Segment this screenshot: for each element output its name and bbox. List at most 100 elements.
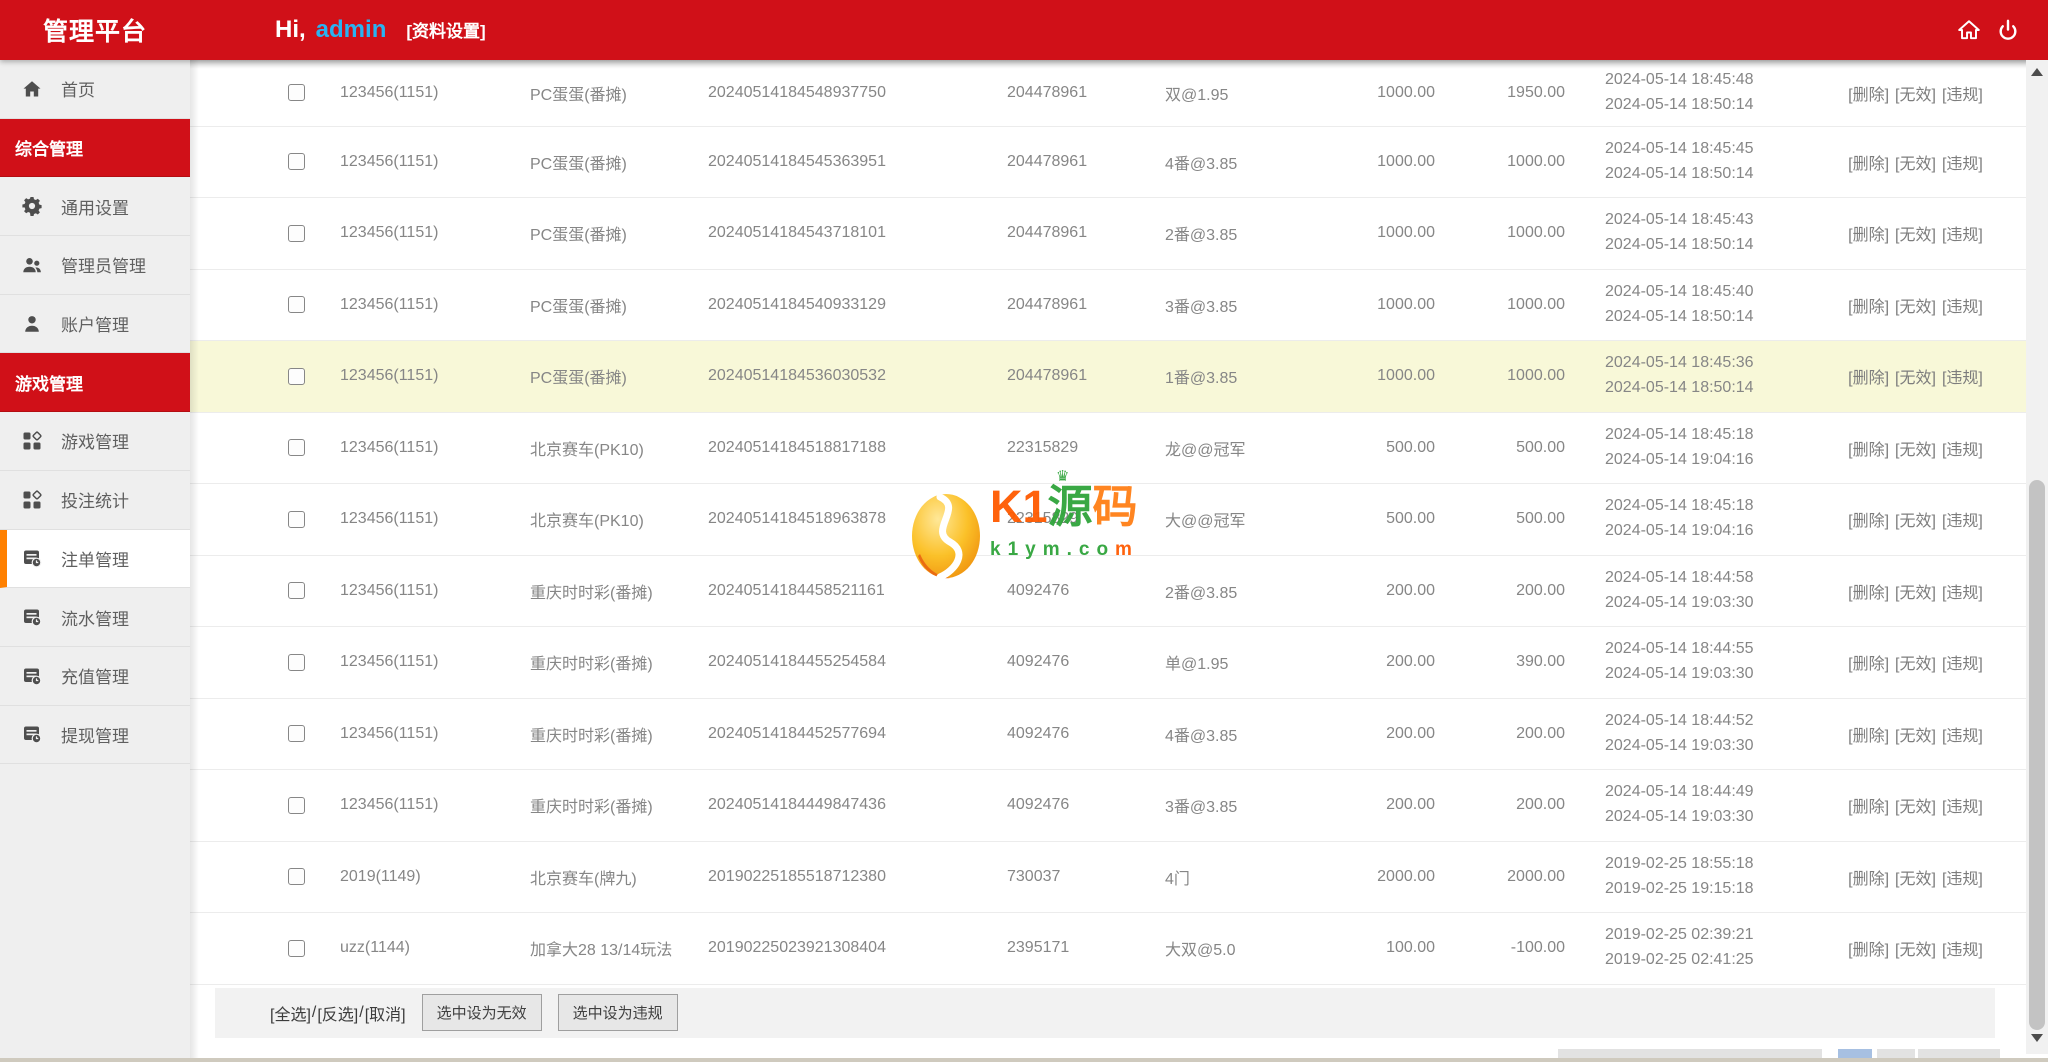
- sidebar-item-order-management[interactable]: 注单管理: [0, 530, 190, 589]
- row-checkbox[interactable]: [288, 797, 305, 814]
- violation-link[interactable]: [违规]: [1942, 370, 1983, 387]
- scrollbar-thumb[interactable]: [2029, 480, 2045, 1030]
- power-icon[interactable]: [1996, 18, 2020, 42]
- delete-link[interactable]: [删除]: [1848, 442, 1889, 459]
- sidebar-item-deposit-management[interactable]: 充值管理: [0, 647, 190, 706]
- cell-bet-content: 4番@3.85: [1165, 126, 1295, 198]
- cell-period-number: 4092476: [1003, 698, 1165, 770]
- delete-link[interactable]: [删除]: [1848, 871, 1889, 888]
- invalid-link[interactable]: [无效]: [1895, 442, 1936, 459]
- row-checkbox[interactable]: [288, 296, 305, 313]
- row-checkbox[interactable]: [288, 153, 305, 170]
- violation-link[interactable]: [违规]: [1942, 513, 1983, 530]
- settle-time: 2024-05-14 19:03:30: [1605, 805, 1845, 830]
- cell-select: [190, 484, 340, 556]
- invalid-link[interactable]: [无效]: [1895, 656, 1936, 673]
- row-checkbox[interactable]: [288, 84, 305, 101]
- sidebar-item-bet-stats[interactable]: 投注统计: [0, 471, 190, 530]
- invalid-link[interactable]: [无效]: [1895, 585, 1936, 602]
- set-violation-button[interactable]: 选中设为违规: [558, 994, 678, 1031]
- invalid-link[interactable]: [无效]: [1895, 871, 1936, 888]
- settle-time: 2024-05-14 19:03:30: [1605, 734, 1845, 759]
- violation-link[interactable]: [违规]: [1942, 728, 1983, 745]
- violation-link[interactable]: [违规]: [1942, 227, 1983, 244]
- cell-order-number: 20240514184449847436: [708, 770, 1003, 842]
- violation-link[interactable]: [违规]: [1942, 585, 1983, 602]
- bet-time: 2019-02-25 18:55:18: [1605, 852, 1845, 877]
- cell-times: 2024-05-14 18:45:182024-05-14 19:04:16: [1565, 412, 1845, 484]
- row-checkbox[interactable]: [288, 868, 305, 885]
- scroll-down-button[interactable]: [2026, 1028, 2048, 1048]
- row-checkbox[interactable]: [288, 654, 305, 671]
- violation-link[interactable]: [违规]: [1942, 299, 1983, 316]
- delete-link[interactable]: [删除]: [1848, 656, 1889, 673]
- row-checkbox[interactable]: [288, 368, 305, 385]
- row-checkbox[interactable]: [288, 582, 305, 599]
- delete-link[interactable]: [删除]: [1848, 942, 1889, 959]
- table-row: uzz(1144)加拿大28 13/14玩法201902250239213084…: [190, 913, 2026, 985]
- cell-user: 123456(1151): [340, 698, 530, 770]
- sidebar-item-general-settings[interactable]: 通用设置: [0, 177, 190, 236]
- sidebar-item-game-management[interactable]: 游戏管理: [0, 412, 190, 471]
- cell-period-number: 204478961: [1003, 198, 1165, 270]
- row-checkbox[interactable]: [288, 940, 305, 957]
- greeting-username: admin: [316, 16, 387, 44]
- violation-link[interactable]: [违规]: [1942, 656, 1983, 673]
- delete-link[interactable]: [删除]: [1848, 87, 1889, 104]
- cell-game: 北京赛车(PK10): [530, 412, 708, 484]
- invalid-link[interactable]: [无效]: [1895, 156, 1936, 173]
- row-checkbox[interactable]: [288, 225, 305, 242]
- violation-link[interactable]: [违规]: [1942, 871, 1983, 888]
- top-header: 管理平台 Hi, admin [资料设置]: [0, 0, 2048, 60]
- row-checkbox[interactable]: [288, 725, 305, 742]
- bet-time: 2024-05-14 18:45:40: [1605, 280, 1845, 305]
- sidebar-item-flow-management[interactable]: 流水管理: [0, 588, 190, 647]
- invalid-link[interactable]: [无效]: [1895, 799, 1936, 816]
- invert-selection-link[interactable]: [反选]: [317, 1001, 358, 1025]
- cancel-selection-link[interactable]: [取消]: [365, 1001, 406, 1025]
- invalid-link[interactable]: [无效]: [1895, 227, 1936, 244]
- cell-bet-amount: 1000.00: [1295, 60, 1435, 126]
- violation-link[interactable]: [违规]: [1942, 942, 1983, 959]
- invalid-link[interactable]: [无效]: [1895, 728, 1936, 745]
- sidebar-section-general-section: 综合管理: [0, 119, 190, 178]
- row-checkbox[interactable]: [288, 439, 305, 456]
- home-icon[interactable]: [1957, 18, 1981, 42]
- bet-time: 2024-05-14 18:45:48: [1605, 68, 1845, 93]
- violation-link[interactable]: [违规]: [1942, 799, 1983, 816]
- violation-link[interactable]: [违规]: [1942, 156, 1983, 173]
- delete-link[interactable]: [删除]: [1848, 513, 1889, 530]
- delete-link[interactable]: [删除]: [1848, 370, 1889, 387]
- select-all-link[interactable]: [全选]: [270, 1001, 311, 1025]
- cell-times: 2024-05-14 18:45:362024-05-14 18:50:14: [1565, 341, 1845, 413]
- delete-link[interactable]: [删除]: [1848, 799, 1889, 816]
- admins-icon: [22, 255, 42, 275]
- row-checkbox[interactable]: [288, 511, 305, 528]
- sidebar-item-admin-management[interactable]: 管理员管理: [0, 236, 190, 295]
- violation-link[interactable]: [违规]: [1942, 87, 1983, 104]
- cell-order-number: 20240514184540933129: [708, 269, 1003, 341]
- delete-link[interactable]: [删除]: [1848, 728, 1889, 745]
- invalid-link[interactable]: [无效]: [1895, 299, 1936, 316]
- delete-link[interactable]: [删除]: [1848, 585, 1889, 602]
- cell-times: 2024-05-14 18:45:402024-05-14 18:50:14: [1565, 269, 1845, 341]
- scroll-up-button[interactable]: [2026, 62, 2048, 82]
- invalid-link[interactable]: [无效]: [1895, 87, 1936, 104]
- delete-link[interactable]: [删除]: [1848, 299, 1889, 316]
- invalid-link[interactable]: [无效]: [1895, 942, 1936, 959]
- sidebar-item-withdraw-management[interactable]: 提现管理: [0, 706, 190, 765]
- set-invalid-button[interactable]: 选中设为无效: [422, 994, 542, 1031]
- home-icon: [22, 79, 42, 99]
- profile-settings-link[interactable]: [资料设置]: [406, 17, 485, 42]
- invalid-link[interactable]: [无效]: [1895, 513, 1936, 530]
- violation-link[interactable]: [违规]: [1942, 442, 1983, 459]
- delete-link[interactable]: [删除]: [1848, 227, 1889, 244]
- cell-period-number: 204478961: [1003, 60, 1165, 126]
- scrollbar[interactable]: [2026, 60, 2048, 1054]
- table-row: 123456(1151)PC蛋蛋(番摊)20240514184536030532…: [190, 341, 2026, 413]
- invalid-link[interactable]: [无效]: [1895, 370, 1936, 387]
- sidebar-item-account-management[interactable]: 账户管理: [0, 295, 190, 354]
- table-row: 123456(1151)PC蛋蛋(番摊)20240514184543718101…: [190, 198, 2026, 270]
- delete-link[interactable]: [删除]: [1848, 156, 1889, 173]
- sidebar-item-home[interactable]: 首页: [0, 60, 190, 119]
